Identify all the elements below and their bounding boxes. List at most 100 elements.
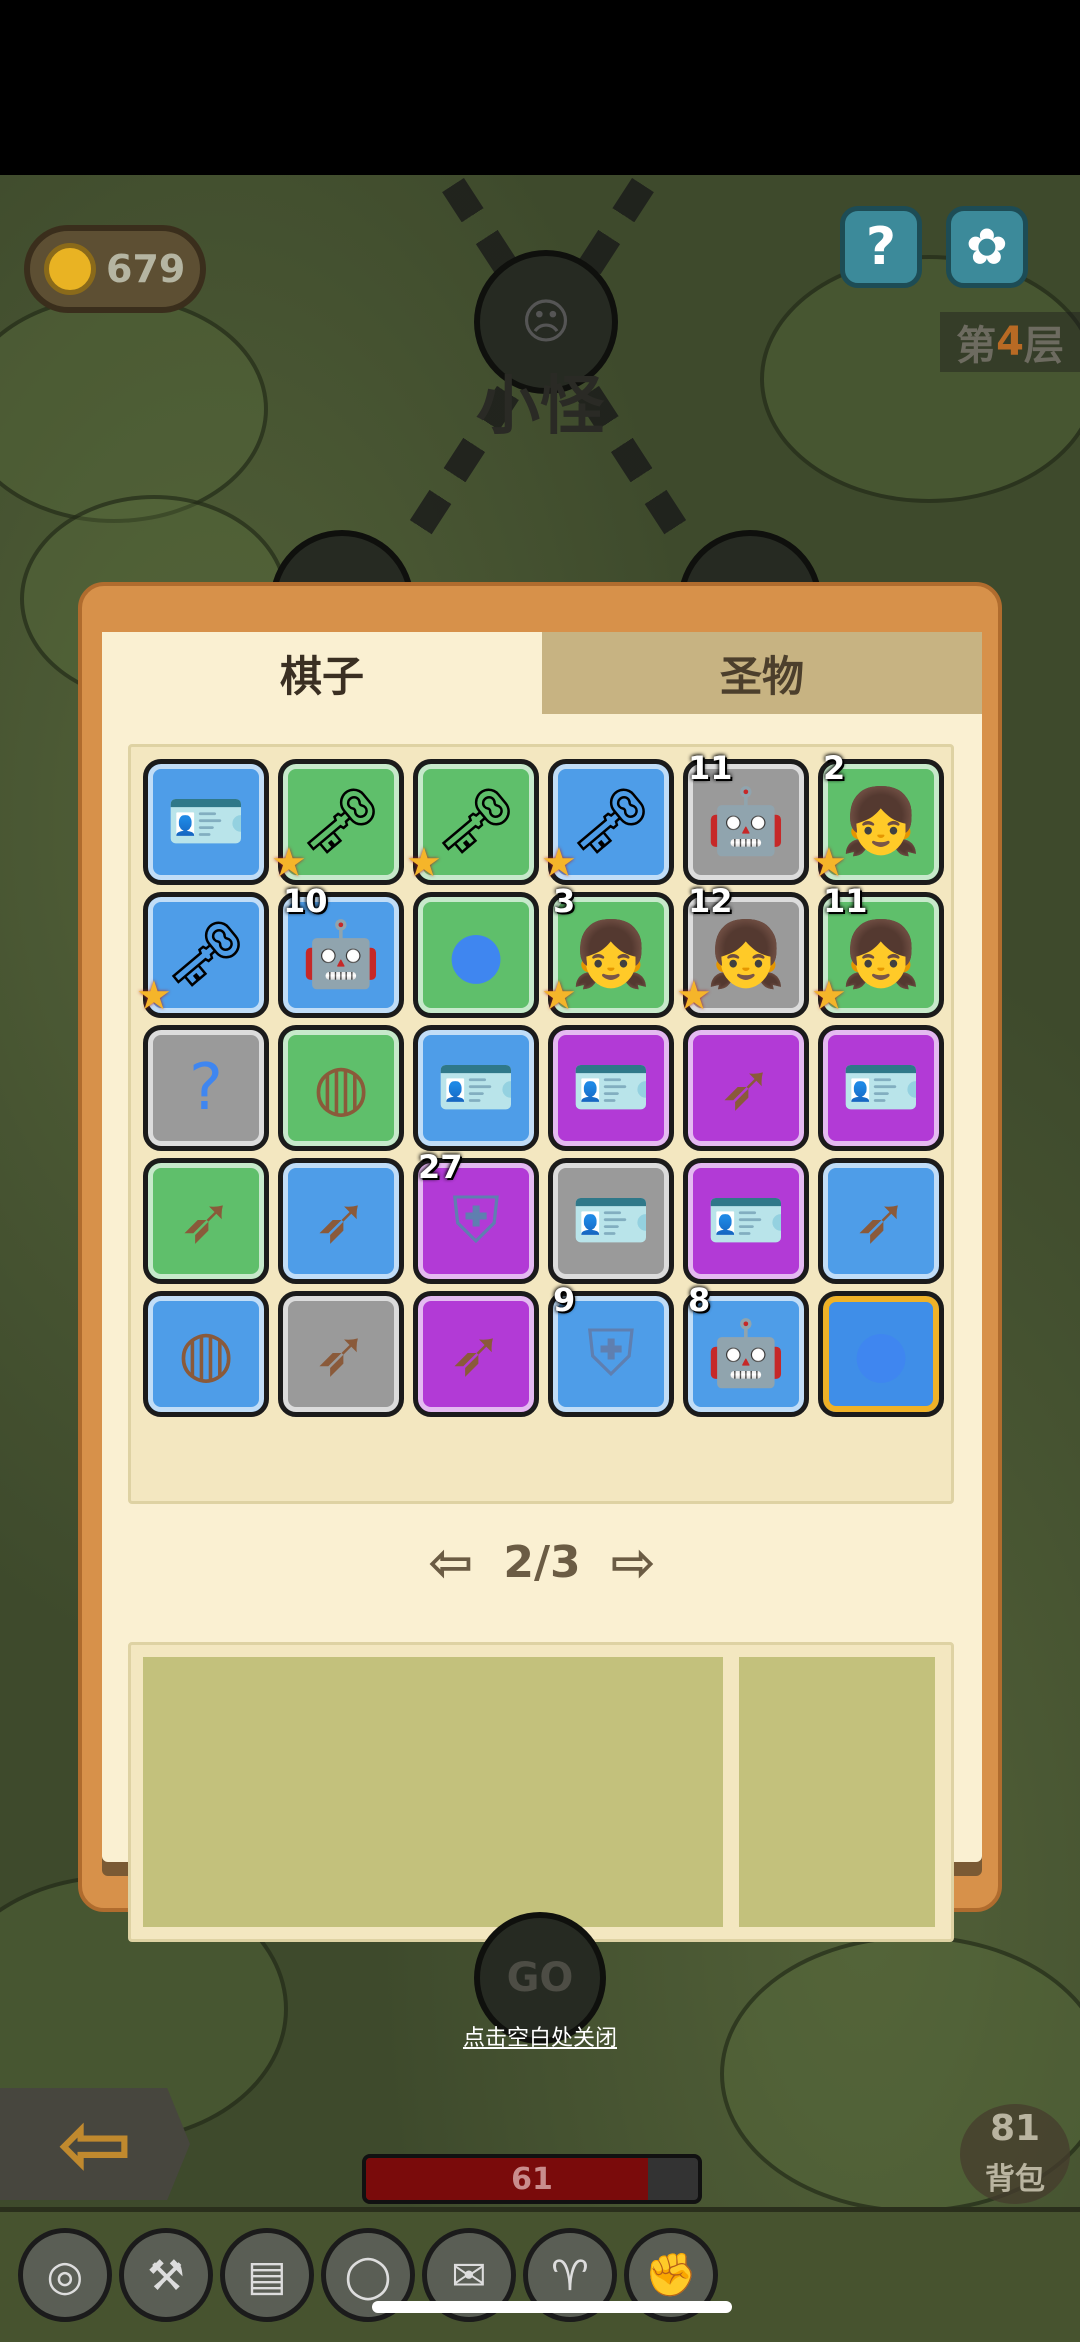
star-icon: ★ — [541, 973, 577, 1019]
piece-level-badge: 9 — [553, 1281, 576, 1319]
nurse-card-icon: 🪪 — [436, 1051, 516, 1125]
star-icon: ★ — [811, 840, 847, 886]
viking-key-icon: 🗝 — [435, 785, 517, 859]
piece-card[interactable]: ? — [143, 1025, 269, 1151]
settings-button[interactable]: ✿ — [946, 206, 1028, 288]
piece-description-box — [143, 1657, 723, 1927]
piece-card[interactable]: 👧 12 ★ — [676, 883, 809, 1019]
floor-number: 4 — [996, 319, 1024, 365]
close-hint[interactable]: 点击空白处关闭 — [420, 2020, 660, 2052]
piece-card[interactable]: 🤖 11 — [683, 750, 809, 885]
bush-decoration — [0, 295, 268, 523]
piece-card[interactable]: 👧 3 ★ — [541, 883, 674, 1019]
eggs-icon: ◎ — [46, 2250, 84, 2300]
piece-card[interactable]: 👧 2 ★ — [811, 750, 944, 886]
piece-card[interactable]: ⛨ 27 — [413, 1149, 539, 1284]
tab-relics[interactable]: 圣物 — [542, 632, 982, 714]
piece-card[interactable]: 🗝 ★ — [136, 892, 269, 1019]
prev-page-icon[interactable]: ⇦ — [428, 1531, 473, 1594]
ninja-girl-icon: 👧 — [706, 918, 786, 992]
nurse-card-icon: 🪪 — [571, 1051, 651, 1125]
piece-card[interactable]: ◍ — [143, 1291, 269, 1417]
shield-icon: ⛨ — [587, 1317, 635, 1391]
floor-prefix: 第 — [956, 323, 997, 369]
hp-value: 61 — [511, 2161, 553, 2197]
next-page-icon[interactable]: ⇨ — [611, 1531, 656, 1594]
piece-level-badge: 11 — [688, 749, 733, 787]
piece-card[interactable]: 🗝 ★ — [541, 759, 674, 886]
piece-card[interactable]: ➶ — [143, 1158, 269, 1284]
back-button[interactable]: ⇦ — [0, 2088, 190, 2200]
spear-icon: ➶ — [719, 1051, 773, 1125]
star-icon: ★ — [271, 840, 307, 886]
pieces-grid-area: 🪪 🗝 ★ 🗝 ★ 🗝 ★ 🤖 11 👧 2 ★ 🗝 ★ 🤖 10 ● 👧 3 ★ 👧 12 ★ 👧 11 ★? ◍ 🪪 🪪 ➶ 🪪 ➶ ➶ ⛨ 2… — [128, 744, 954, 1504]
piece-card[interactable]: 🪪 — [413, 1025, 539, 1151]
help-button[interactable]: ? — [840, 206, 922, 288]
equipment-slot[interactable]: ◎ — [18, 2228, 112, 2322]
piece-card[interactable]: ● — [413, 892, 539, 1018]
piece-card[interactable]: 🪪 — [143, 759, 269, 885]
piece-card[interactable]: ➶ — [278, 1291, 404, 1417]
gear-icon: ✿ — [966, 218, 1008, 276]
viking-key-icon: 🗝 — [165, 918, 247, 992]
piece-card[interactable]: ➶ — [683, 1025, 809, 1151]
piece-card[interactable]: ➶ — [818, 1158, 944, 1284]
piece-card[interactable]: 🪪 — [683, 1158, 809, 1284]
piece-card[interactable]: 🪪 — [818, 1025, 944, 1151]
backpack-button[interactable]: 81 背包 — [960, 2104, 1070, 2204]
piece-level-badge: 2 — [823, 749, 846, 787]
home-indicator[interactable] — [372, 2301, 732, 2313]
arrow-left-icon: ⇦ — [57, 2091, 133, 2197]
nurse-card-icon: 🪪 — [841, 1051, 921, 1125]
piece-card[interactable]: ⛨ 9 — [548, 1282, 674, 1417]
piece-card[interactable]: ➶ — [413, 1291, 539, 1417]
panel-content: 棋子 圣物 🪪 🗝 ★ 🗝 ★ 🗝 ★ 🤖 11 👧 2 ★ 🗝 ★ 🤖 10 ● 👧 3 ★ 👧 12 ★ 👧 11 ★? ◍ 🪪 🪪… — [102, 632, 982, 1942]
nurse-card-icon: 🪪 — [571, 1184, 651, 1258]
floor-indicator: 第4层 — [940, 312, 1080, 372]
spear-icon: ➶ — [179, 1184, 233, 1258]
coin-value: 679 — [106, 247, 186, 291]
piece-card[interactable]: ◍ — [278, 1025, 404, 1151]
spear-icon: ➶ — [314, 1317, 368, 1391]
equipment-slot[interactable]: ⚒ — [119, 2228, 213, 2322]
hammer-icon: ⚒ — [147, 2250, 185, 2300]
piece-stats-box — [739, 1657, 935, 1927]
blue-slime-icon: ● — [448, 918, 504, 992]
viking-key-icon: 🗝 — [570, 785, 652, 859]
piece-card[interactable]: 🪪 — [548, 1025, 674, 1151]
star-icon: ★ — [541, 840, 577, 886]
spear-icon: ➶ — [314, 1184, 368, 1258]
spear-icon: ➶ — [854, 1184, 908, 1258]
bag-count: 81 — [989, 2108, 1041, 2149]
nest-icon: ◍ — [178, 1317, 234, 1391]
goat-icon: ♈ — [551, 2250, 589, 2300]
piece-card[interactable]: 🗝 ★ — [406, 759, 539, 886]
floor-suffix: 层 — [1023, 323, 1064, 369]
robot-dog-icon: 🤖 — [301, 918, 381, 992]
piece-card[interactable]: 🗝 ★ — [271, 759, 404, 886]
piece-card[interactable]: 🤖 10 — [278, 883, 404, 1018]
ninja-girl-icon: 👧 — [841, 918, 921, 992]
equipment-slot[interactable]: ▤ — [220, 2228, 314, 2322]
robot-dog-icon: 🤖 — [706, 785, 786, 859]
pager: ⇦ 2/3 ⇨ — [102, 1527, 982, 1597]
coin-icon — [44, 243, 96, 295]
piece-card[interactable]: ➶ — [278, 1158, 404, 1284]
piece-card[interactable]: 🤖 8 — [683, 1282, 809, 1417]
piece-card[interactable]: 🪪 — [548, 1158, 674, 1284]
piece-level-badge: 27 — [418, 1148, 463, 1186]
piece-card[interactable]: 👧 11 ★ — [811, 883, 944, 1019]
piece-level-badge: 12 — [688, 882, 733, 920]
piece-info-area — [128, 1642, 954, 1942]
scroll-icon: ✉ — [451, 2250, 487, 2300]
piece-level-badge: 3 — [553, 882, 576, 920]
ring-icon: ◯ — [344, 2250, 392, 2300]
star-icon: ★ — [676, 973, 712, 1019]
page-indicator: 2/3 — [503, 1536, 581, 1588]
book-icon: ▤ — [247, 2250, 287, 2300]
question-mark-icon: ? — [189, 1051, 223, 1125]
tab-pieces[interactable]: 棋子 — [102, 632, 542, 714]
coin-counter: 679 — [24, 225, 206, 313]
piece-card[interactable]: ● — [818, 1291, 944, 1417]
pieces-grid: 🪪 🗝 ★ 🗝 ★ 🗝 ★ 🤖 11 👧 2 ★ 🗝 ★ 🤖 10 ● 👧 3 ★ 👧 12 ★ 👧 11 ★? ◍ 🪪 🪪 ➶ 🪪 ➶ ➶ ⛨ 2… — [136, 750, 945, 1417]
